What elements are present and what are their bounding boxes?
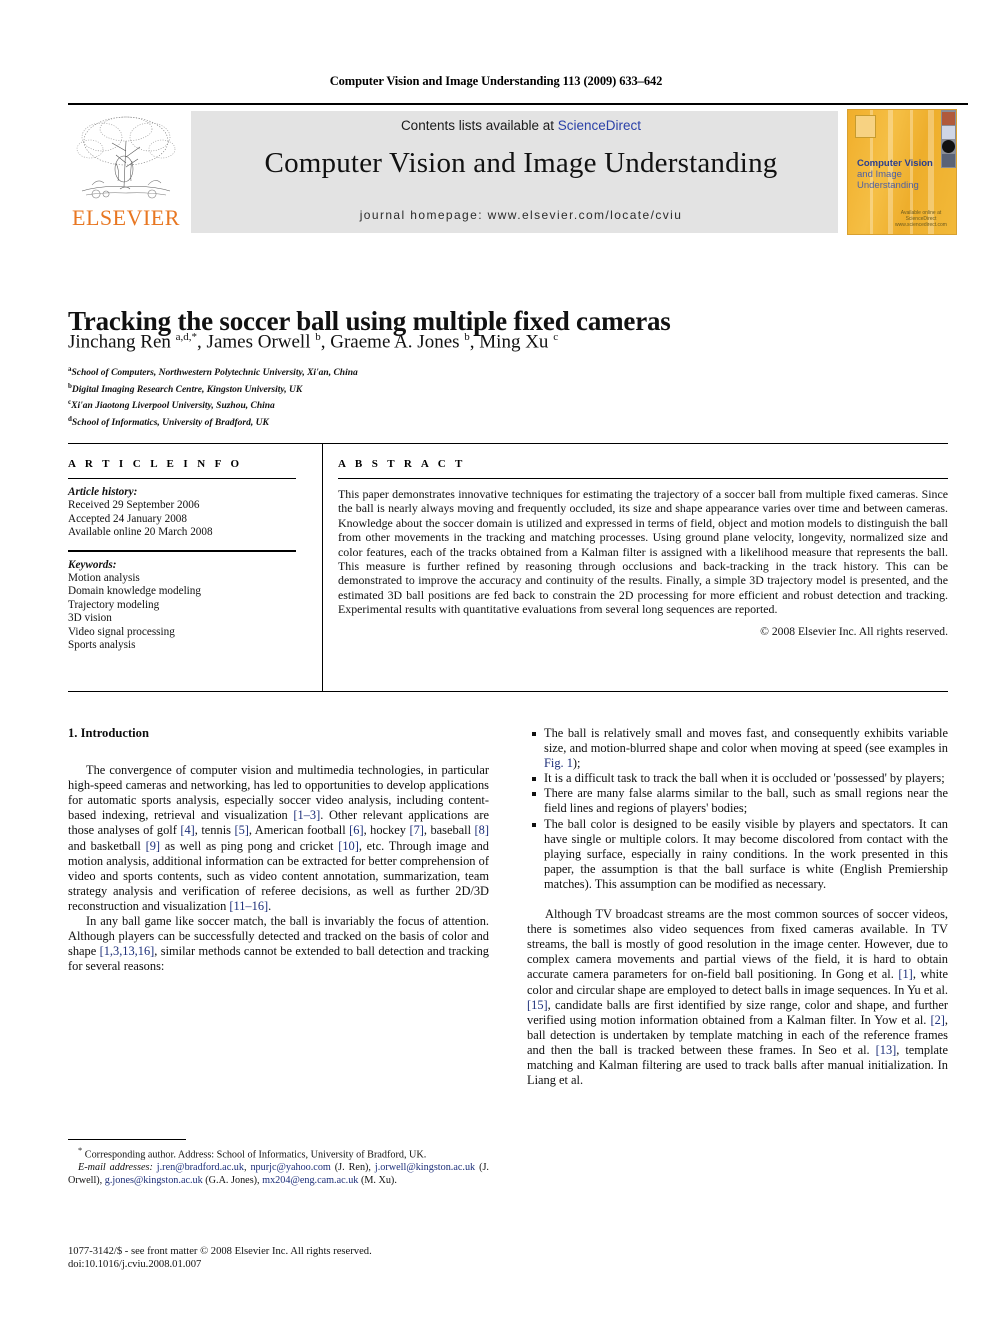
list-item: Domain knowledge modeling (68, 585, 201, 598)
section-heading-introduction: 1. Introduction (68, 726, 149, 740)
journal-homepage-line[interactable]: journal homepage: www.elsevier.com/locat… (191, 208, 851, 222)
author-list: Jinchang Ren a,d,*, James Orwell b, Grae… (68, 331, 559, 353)
email-addresses-note: E-mail addresses: j.ren@bradford.ac.uk, … (68, 1162, 489, 1187)
left-paragraphs: The convergence of computer vision and m… (68, 763, 489, 974)
abstract-text: This paper demonstrates innovative techn… (338, 487, 948, 617)
abstract-copyright: © 2008 Elsevier Inc. All rights reserved… (760, 624, 948, 638)
reasons-bullet-list: The ball is relatively small and moves f… (527, 726, 948, 892)
list-item: It is a difficult task to track the ball… (532, 771, 948, 786)
journal-masthead: ELSEVIER Contents lists available at Sci… (68, 103, 968, 237)
paragraph: In any ball game like soccer match, the … (68, 914, 489, 974)
abstract-rule (338, 478, 948, 479)
imprint-block: 1077-3142/$ - see front matter © 2008 El… (68, 1245, 528, 1272)
body-column-right: The ball is relatively small and moves f… (527, 726, 948, 1088)
journal-cover-thumbnail: Computer Vision and Image Understanding … (838, 106, 968, 237)
article-info-block: A R T I C L E I N F O Article history: R… (68, 458, 304, 652)
elsevier-wordmark: ELSEVIER (72, 205, 180, 230)
list-item: 3D vision (68, 612, 112, 625)
cover-swatch-2 (942, 126, 955, 139)
list-item: Video signal processing (68, 625, 175, 638)
list-item: Received 29 September 2006 (68, 499, 200, 512)
list-item: Trajectory modeling (68, 598, 160, 611)
issn-copyright-line: 1077-3142/$ - see front matter © 2008 El… (68, 1246, 372, 1257)
cover-title-line2: and Image (857, 169, 902, 180)
column-gap (527, 892, 948, 907)
article-info-rule-1 (68, 478, 296, 479)
journal-title: Computer Vision and Image Understanding (264, 147, 778, 179)
corresponding-author-note: * Corresponding author. Address: School … (78, 1145, 427, 1161)
list-item: The ball color is designed to be easily … (532, 816, 948, 891)
paragraph: Although TV broadcast streams are the mo… (527, 907, 949, 1088)
list-item: Available online 20 March 2008 (68, 526, 213, 539)
cover-footer: Available online at ScienceDirect www.sc… (890, 210, 952, 228)
affiliation-list: aSchool of Computers, Northwestern Polyt… (68, 363, 668, 430)
cover-swatch-3 (942, 140, 955, 153)
list-item: The ball is relatively small and moves f… (532, 726, 948, 771)
paragraph: The convergence of computer vision and m… (68, 763, 489, 913)
article-info-heading: A R T I C L E I N F O (68, 458, 243, 470)
journal-band: Contents lists available at ScienceDirec… (191, 111, 851, 233)
body-column-left: 1. Introduction The convergence of compu… (68, 726, 489, 974)
cover-title-line1: Computer Vision (857, 158, 933, 169)
contents-prefix: Contents lists available at (400, 118, 558, 133)
list-item: Sports analysis (68, 639, 136, 652)
footnote-block: * Corresponding author. Address: School … (68, 1144, 489, 1187)
masthead-top-rule (68, 103, 968, 105)
elsevier-logo: ELSEVIER (70, 111, 182, 231)
right-paragraphs: Although TV broadcast streams are the mo… (527, 907, 948, 1088)
affiliation-item: cXi'an Jiaotong Liverpool University, Su… (68, 398, 275, 412)
article-history-label: Article history: (68, 486, 138, 498)
sciencedirect-link[interactable]: ScienceDirect (558, 118, 641, 133)
doi-line: doi:10.1016/j.cviu.2008.01.007 (68, 1259, 202, 1271)
cover-title: Computer Vision and Image Understanding (857, 158, 947, 191)
info-column-divider (322, 443, 323, 691)
list-item: Accepted 24 January 2008 (68, 512, 187, 525)
article-info-rule-2 (68, 549, 296, 552)
cover-swatch-1 (942, 112, 955, 125)
cover-title-line3: Understanding (857, 180, 919, 191)
keywords-label: Keywords: (68, 558, 117, 571)
keywords-block: Keywords: Motion analysis Domain knowledg… (68, 559, 304, 653)
article-history-items: Received 29 September 2006 Accepted 24 Ja… (68, 499, 304, 539)
affiliation-item: bDigital Imaging Research Centre, Kingst… (68, 381, 303, 395)
keywords-items: Motion analysis Domain knowledge modeling… (68, 572, 304, 652)
info-bottom-rule (68, 691, 948, 692)
elsevier-tree-icon (76, 116, 176, 199)
abstract-heading: A B S T R A C T (338, 458, 466, 470)
footnote-rule (68, 1139, 186, 1140)
list-item: Motion analysis (68, 572, 140, 585)
affiliation-item: aSchool of Computers, Northwestern Polyt… (68, 365, 358, 379)
list-item: There are many false alarms similar to t… (532, 786, 948, 816)
cover-footer-line3: www.sciencedirect.com (895, 222, 947, 228)
cover-art: Computer Vision and Image Understanding … (847, 109, 957, 235)
running-head: Computer Vision and Image Understanding … (329, 74, 663, 88)
paper-page: Computer Vision and Image Understanding … (0, 0, 992, 1323)
contents-lists-line: Contents lists available at ScienceDirec… (191, 118, 851, 133)
email-label: E-mail addresses: (78, 1161, 153, 1173)
info-top-rule (68, 443, 948, 444)
cover-publisher-logo (855, 115, 876, 138)
article-history: Article history: Received 29 September 2… (68, 486, 304, 540)
abstract-block: A B S T R A C T This paper demonstrates … (338, 458, 948, 638)
affiliation-item: dSchool of Informatics, University of Br… (68, 414, 269, 429)
